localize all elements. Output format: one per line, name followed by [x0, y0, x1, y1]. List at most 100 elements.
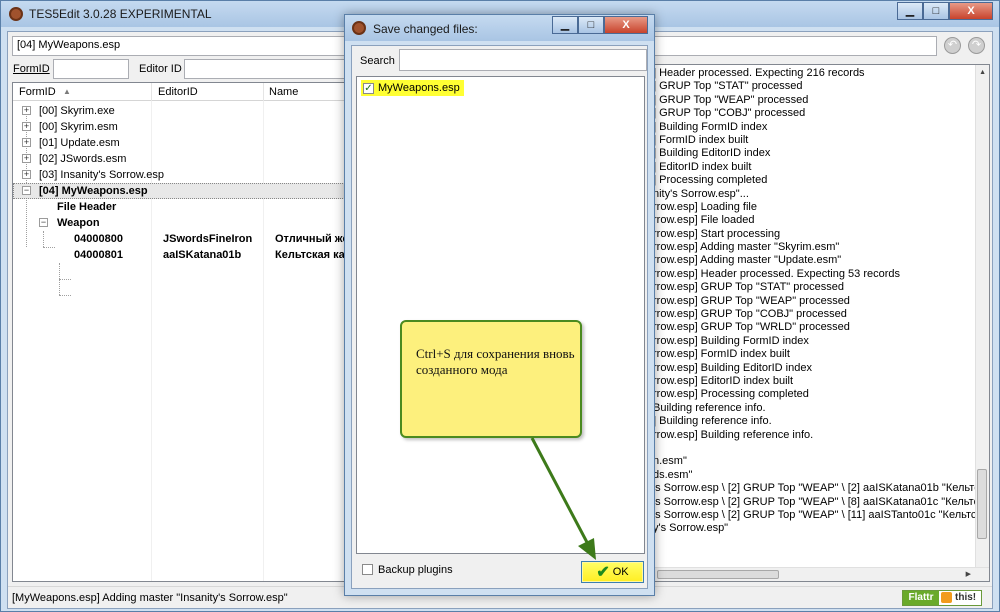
scroll-right-icon[interactable]: ▶: [966, 570, 971, 578]
search-label: Search: [360, 55, 395, 67]
message-line: rrow.esp] GRUP Top "STAT" processed: [653, 281, 845, 294]
collapse-icon[interactable]: −: [39, 218, 48, 227]
message-line: ] GRUP Top "COBJ" processed: [653, 107, 806, 120]
editorid-filter-label: Editor ID: [139, 63, 182, 75]
message-line: rrow.esp] FormID index built: [653, 348, 790, 361]
tree-node-label: [03] Insanity's Sorrow.esp: [39, 169, 164, 181]
message-line: rrow.esp] Loading file: [653, 200, 757, 213]
formid-filter-input[interactable]: [53, 59, 129, 79]
app-icon: [352, 21, 366, 35]
scrollbar-thumb[interactable]: [977, 469, 987, 539]
messages-panel[interactable]: ] Header processed. Expecting 216 record…: [648, 64, 990, 582]
tree-node-label: [00] Skyrim.exe: [39, 105, 115, 117]
tree-node-selected[interactable]: − [04] MyWeapons.esp: [13, 183, 355, 199]
tree-node[interactable]: − Weapon: [13, 215, 355, 231]
file-checkbox[interactable]: ✓: [363, 82, 374, 94]
flattr-label: Flattr: [903, 591, 939, 605]
horizontal-scrollbar[interactable]: ▶: [649, 567, 989, 581]
forward-icon[interactable]: ↷: [968, 37, 985, 54]
message-line: Building reference info.: [653, 401, 766, 414]
minimize-button[interactable]: ▁: [897, 2, 923, 20]
close-button[interactable]: X: [604, 16, 648, 34]
message-line: rrow.esp] GRUP Top "COBJ" processed: [653, 308, 847, 321]
back-icon[interactable]: ↶: [944, 37, 961, 54]
collapse-icon[interactable]: −: [22, 186, 31, 195]
maximize-button[interactable]: □: [923, 2, 949, 20]
message-line: ] EditorID index built: [653, 160, 752, 173]
tree-node-label: Weapon: [57, 217, 100, 229]
search-input[interactable]: [399, 49, 647, 71]
message-line: [649, 442, 979, 455]
vertical-scrollbar[interactable]: ▲: [975, 65, 989, 567]
dialog-titlebar[interactable]: Save changed files: ▁ □ X: [345, 15, 654, 41]
tree-node[interactable]: + [03] Insanity's Sorrow.esp: [13, 167, 355, 183]
dialog-title: Save changed files:: [373, 22, 478, 36]
backup-plugins-checkbox[interactable]: [362, 564, 373, 575]
message-line: n.esm": [653, 455, 687, 468]
callout-text: Ctrl+S для сохранения вновь созданного м…: [416, 346, 575, 377]
tree-node-label: [02] JSwords.esm: [39, 153, 127, 165]
record-tree[interactable]: FormID ▲ EditorID Name + [00] Skyrim.exe…: [12, 82, 356, 582]
table-row[interactable]: 04000800 JSwordsFineIron Отличный жел: [13, 231, 355, 247]
message-line: ] Building reference info.: [653, 415, 772, 428]
file-label: MyWeapons.esp: [378, 82, 460, 94]
backup-plugins-label: Backup plugins: [378, 564, 453, 576]
scrollbar-thumb[interactable]: [657, 570, 779, 579]
message-line: ] Building FormID index: [653, 120, 768, 133]
editorid-filter-input[interactable]: [184, 59, 354, 79]
message-line: ds.esm": [653, 468, 693, 481]
column-separator[interactable]: [151, 83, 152, 101]
column-header-editorid[interactable]: EditorID: [158, 86, 198, 98]
checkmark-icon: ✔: [596, 564, 610, 581]
file-list-item[interactable]: ✓ MyWeapons.esp: [361, 80, 464, 96]
ok-button[interactable]: ✔ OK: [581, 561, 644, 583]
record-formid: 04000801: [74, 249, 123, 261]
message-line: ] Building EditorID index: [653, 147, 771, 160]
maximize-button[interactable]: □: [578, 16, 604, 34]
scroll-up-icon[interactable]: ▲: [979, 69, 986, 76]
flattr-button[interactable]: Flattr this!: [902, 590, 982, 606]
column-separator[interactable]: [263, 83, 264, 101]
message-line: 's Sorrow.esp \ [2] GRUP Top "WEAP" \ [2…: [653, 482, 979, 495]
status-text: [MyWeapons.esp] Adding master "Insanity'…: [12, 592, 288, 604]
message-line: ] Header processed. Expecting 216 record…: [653, 67, 865, 79]
tree-node-label: [04] MyWeapons.esp: [39, 185, 148, 197]
tree-node[interactable]: + [01] Update.esm: [13, 135, 355, 151]
tree-node[interactable]: File Header: [13, 199, 355, 215]
message-line: rrow.esp] Processing completed: [653, 388, 809, 401]
dialog-body: Search ✓ MyWeapons.esp Backup plugins ✔ …: [351, 45, 648, 589]
tree-node-label: [01] Update.esm: [39, 137, 120, 149]
tree-node[interactable]: + [00] Skyrim.esm: [13, 119, 355, 135]
message-line: y's Sorrow.esp": [653, 522, 729, 535]
save-changed-files-dialog: Save changed files: ▁ □ X Search ✓ MyWea…: [344, 14, 655, 596]
changed-files-list[interactable]: ✓ MyWeapons.esp: [356, 76, 645, 554]
message-line: ] GRUP Top "WEAP" processed: [653, 93, 809, 106]
ok-button-label: OK: [612, 566, 629, 578]
column-header-name[interactable]: Name: [269, 86, 298, 98]
column-header-formid[interactable]: FormID: [19, 86, 56, 98]
app-icon: [9, 7, 23, 21]
minimize-button[interactable]: ▁: [552, 16, 578, 34]
record-formid: 04000800: [74, 233, 123, 245]
tree-node[interactable]: + [02] JSwords.esm: [13, 151, 355, 167]
message-line: rrow.esp] Start processing: [653, 227, 781, 240]
tree-line: [59, 295, 71, 296]
expand-icon[interactable]: +: [22, 122, 31, 131]
expand-icon[interactable]: +: [22, 170, 31, 179]
close-button[interactable]: X: [949, 2, 993, 20]
message-line: rrow.esp] Adding master "Skyrim.esm": [653, 241, 840, 254]
tree-node[interactable]: + [00] Skyrim.exe: [13, 103, 355, 119]
message-line: rrow.esp] GRUP Top "WEAP" processed: [653, 294, 850, 307]
annotation-callout: Ctrl+S для сохранения вновь созданного м…: [400, 320, 582, 438]
expand-icon[interactable]: +: [22, 106, 31, 115]
expand-icon[interactable]: +: [22, 138, 31, 147]
expand-icon[interactable]: +: [22, 154, 31, 163]
tree-header: FormID ▲ EditorID Name: [13, 83, 355, 101]
message-line: rrow.esp] File loaded: [653, 214, 755, 227]
tree-node-label: [00] Skyrim.esm: [39, 121, 118, 133]
message-line: ] Processing completed: [653, 174, 768, 187]
table-row[interactable]: 04000801 aaISKatana01b Кельтская ката: [13, 247, 355, 263]
record-name: Отличный жел: [275, 233, 355, 245]
record-name: Кельтская ката: [275, 249, 355, 261]
sort-ascending-icon: ▲: [63, 87, 71, 96]
